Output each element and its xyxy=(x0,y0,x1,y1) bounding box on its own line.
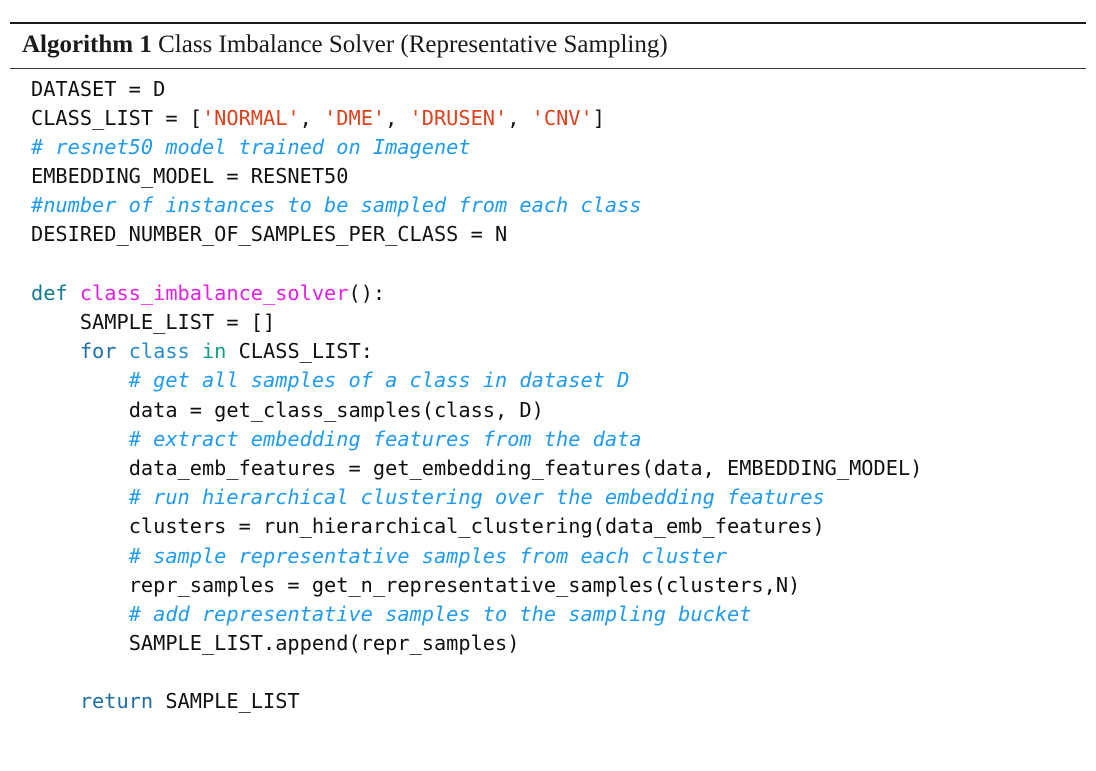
code-token-comment: # run hierarchical clustering over the e… xyxy=(128,485,825,510)
line-repr-samples: repr_samples = get_n_representative_samp… xyxy=(10,571,1086,600)
code-token-plain: , xyxy=(299,105,325,130)
code-token-plain: data_emb_features = get_embedding_featur… xyxy=(128,455,923,480)
code-token-plain: DESIRED_NUMBER_OF_SAMPLES_PER_CLASS = N xyxy=(31,222,508,247)
line-comment-resnet: # resnet50 model trained on Imagenet xyxy=(10,133,1086,162)
line-return: return SAMPLE_LIST xyxy=(10,687,1086,716)
line-comment-sample: # sample representative samples from eac… xyxy=(10,542,1086,571)
code-token-plain: data = get_class_samples(class, D) xyxy=(128,397,544,422)
code-token-string: 'DRUSEN' xyxy=(409,105,508,130)
line-for: for class in CLASS_LIST: xyxy=(10,337,1086,366)
line-clusters: clusters = run_hierarchical_clustering(d… xyxy=(10,512,1086,541)
code-token-plain: SAMPLE_LIST = [] xyxy=(79,310,276,334)
code-token-kw-for: for xyxy=(79,339,129,364)
code-token-plain: repr_samples = get_n_representative_samp… xyxy=(128,572,801,597)
code-token-fname: class_imbalance_solver xyxy=(79,280,349,305)
line-sample-list: SAMPLE_LIST = [] xyxy=(10,308,1086,337)
code-token-plain: SAMPLE_LIST.append(repr_samples) xyxy=(128,631,520,656)
code-token-comment: # get all samples of a class in dataset … xyxy=(128,368,630,393)
code-token-plain: (): xyxy=(348,280,386,305)
line-dataset: DATASET = D xyxy=(10,75,1086,104)
code-token-plain: SAMPLE_LIST xyxy=(153,689,300,714)
algorithm-label: Algorithm 1 xyxy=(22,31,152,58)
algorithm-title: Class Imbalance Solver (Representative S… xyxy=(158,31,668,58)
algorithm-caption: Algorithm 1 Class Imbalance Solver (Repr… xyxy=(10,24,1086,68)
code-token-comment: # add representative samples to the samp… xyxy=(128,601,752,626)
line-blank-2 xyxy=(10,658,1086,687)
code-token-comment: # resnet50 model trained on Imagenet xyxy=(31,134,471,159)
code-token-plain: , xyxy=(385,105,410,130)
line-data: data = get_class_samples(class, D) xyxy=(10,396,1086,425)
code-token-plain: CLASS_LIST: xyxy=(226,339,373,364)
code-token-comment: # sample representative samples from eac… xyxy=(128,543,727,568)
line-def: def class_imbalance_solver(): xyxy=(10,279,1086,308)
line-comment-extract: # extract embedding features from the da… xyxy=(10,425,1086,454)
code-token-return: return xyxy=(79,689,154,714)
line-comment-number: #number of instances to be sampled from … xyxy=(10,191,1086,220)
code-token-plain: , xyxy=(507,105,532,130)
line-data-emb: data_emb_features = get_embedding_featur… xyxy=(10,454,1086,483)
line-desired-number: DESIRED_NUMBER_OF_SAMPLES_PER_CLASS = N xyxy=(10,220,1086,249)
code-token-string: 'NORMAL' xyxy=(201,105,300,130)
code-token-string: 'CNV' xyxy=(531,105,593,130)
line-embedding-model: EMBEDDING_MODEL = RESNET50 xyxy=(10,162,1086,191)
line-class-list: CLASS_LIST = ['NORMAL', 'DME', 'DRUSEN',… xyxy=(10,104,1086,133)
code-token-plain: clusters = run_hierarchical_clustering(d… xyxy=(128,514,825,539)
algorithm-float: Algorithm 1 Class Imbalance Solver (Repr… xyxy=(10,22,1086,721)
code-token-string: 'DME' xyxy=(324,105,386,130)
line-blank-1 xyxy=(10,250,1086,279)
code-token-comment: #number of instances to be sampled from … xyxy=(31,193,642,218)
code-token-plain: CLASS_LIST = [ xyxy=(31,105,202,130)
code-token-kw-in: in xyxy=(201,339,227,364)
code-token-comment: # extract embedding features from the da… xyxy=(128,426,642,451)
line-comment-run: # run hierarchical clustering over the e… xyxy=(10,483,1086,512)
code-token-plain: EMBEDDING_MODEL = RESNET50 xyxy=(31,164,349,189)
line-comment-getall: # get all samples of a class in dataset … xyxy=(10,366,1086,395)
code-token-kw-class: class xyxy=(128,339,190,364)
line-append: SAMPLE_LIST.append(repr_samples) xyxy=(10,629,1086,658)
code-token-plain: DATASET = D xyxy=(31,76,166,101)
code-token-def: def xyxy=(31,280,80,305)
algorithm-code-block: DATASET = D CLASS_LIST = ['NORMAL', 'DME'… xyxy=(10,69,1086,721)
line-comment-add: # add representative samples to the samp… xyxy=(10,600,1086,629)
code-token-plain: ] xyxy=(592,105,605,130)
